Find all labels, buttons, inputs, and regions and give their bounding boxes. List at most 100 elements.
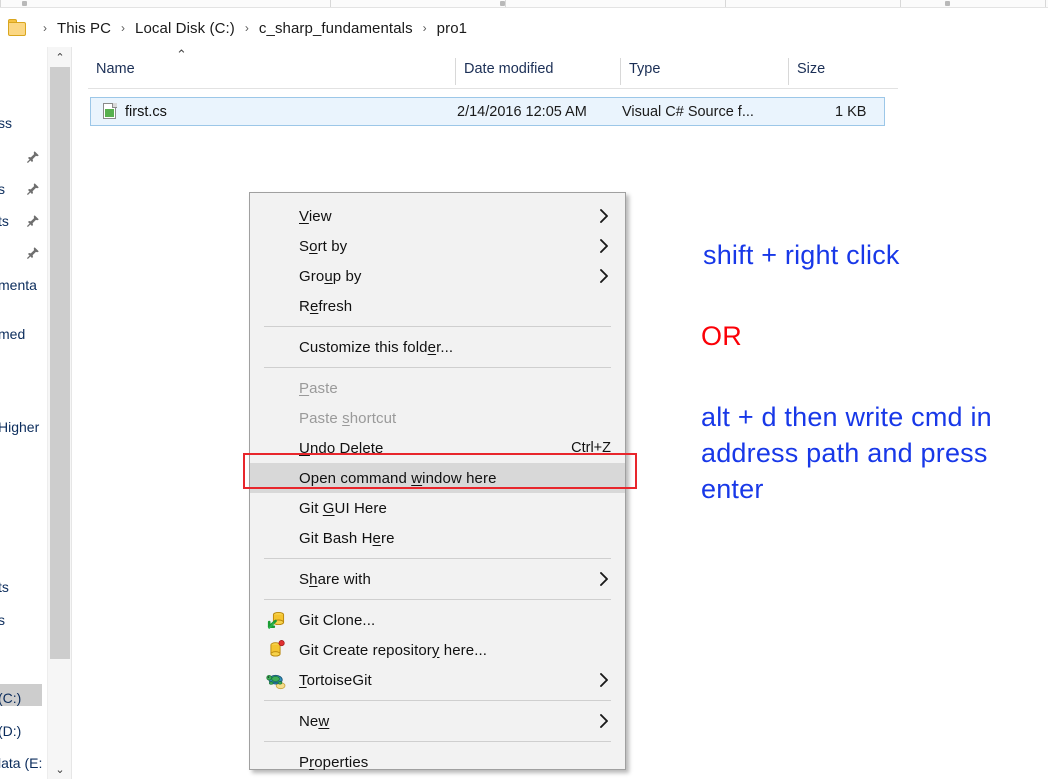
breadcrumb-item-this-pc[interactable]: This PC (54, 19, 114, 38)
ribbon-tick (900, 0, 901, 7)
nav-item-label: (C:) (0, 690, 22, 706)
file-list-column-headers[interactable]: Name Date modified Type Size (88, 56, 898, 87)
column-header-name[interactable]: Name (88, 56, 456, 87)
nav-item-drive[interactable]: (D:) (0, 721, 46, 741)
menu-item-properties[interactable]: Properties (250, 747, 625, 777)
menu-item-sort-by[interactable]: Sort by (250, 231, 625, 261)
nav-item-label: s (0, 181, 5, 197)
annotation-shift-right-click: shift + right click (703, 240, 900, 270)
context-menu[interactable]: View Sort by Group by Refresh Customize this… (249, 192, 626, 771)
menu-item-label: Share with (299, 570, 371, 588)
menu-item-new[interactable]: New (250, 706, 625, 736)
nav-item[interactable]: med (0, 324, 46, 344)
menu-item-share-with[interactable]: Share with (250, 564, 625, 594)
sort-indicator-icon: ⌃ (176, 47, 187, 62)
ribbon-icon-fragment (22, 1, 27, 6)
address-bar[interactable]: › This PC › Local Disk (C:) › c_sharp_fundame… (0, 13, 1048, 43)
breadcrumb-item-local-disk-c[interactable]: Local Disk (C:) (132, 19, 238, 38)
table-row[interactable]: first.cs 2/14/2016 12:05 AM Visual C# So… (90, 97, 885, 126)
navigation-pane[interactable]: ssstsmentamedHighertss(C:)(D:)lata (E: (0, 47, 46, 779)
folder-icon (8, 19, 30, 37)
menu-item-paste-shortcut: Paste shortcut (250, 403, 625, 433)
column-header-label: Name (96, 61, 135, 77)
menu-item-label: TortoiseGit (299, 671, 372, 689)
breadcrumb-item-pro1[interactable]: pro1 (434, 19, 470, 38)
nav-item-label: med (0, 326, 26, 342)
nav-item-label: ts (0, 579, 9, 595)
pin-icon[interactable] (26, 182, 40, 196)
nav-item[interactable]: s (0, 179, 46, 199)
nav-item-drive[interactable]: (C:) (0, 688, 46, 708)
nav-item-label: lata (E: (0, 755, 43, 771)
nav-item[interactable] (0, 243, 46, 263)
scroll-down-arrow-icon[interactable]: ⌄ (48, 759, 72, 779)
breadcrumb-item-c-sharp-fundamentals[interactable]: c_sharp_fundamentals (256, 19, 416, 38)
column-header-date-modified[interactable]: Date modified (456, 56, 621, 87)
menu-item-label: Open command window here (299, 469, 497, 487)
breadcrumb[interactable]: › This PC › Local Disk (C:) › c_sharp_fundame… (36, 19, 470, 38)
breadcrumb-separator-icon: › (43, 21, 47, 35)
ribbon-icon-fragment (945, 1, 950, 6)
navigation-pane-scrollbar[interactable]: ⌃ ⌄ (47, 47, 72, 779)
ribbon-tick (0, 0, 1, 7)
column-header-size[interactable]: Size (789, 56, 898, 87)
menu-item-git-create-repository-here[interactable]: Git Create repository here... (250, 635, 625, 665)
menu-item-label: Undo Delete (299, 439, 384, 457)
menu-item-label: Paste shortcut (299, 409, 397, 427)
pin-icon[interactable] (26, 150, 40, 164)
ribbon-tick (1045, 0, 1046, 7)
menu-item-customize-folder[interactable]: Customize this folder... (250, 332, 625, 362)
menu-item-shortcut: Ctrl+Z (571, 440, 611, 456)
scroll-up-arrow-icon[interactable]: ⌃ (48, 47, 72, 67)
menu-item-label: Git Create repository here... (299, 641, 487, 659)
nav-item[interactable] (0, 147, 46, 167)
menu-item-tortoisegit[interactable]: TortoiseGit (250, 665, 625, 695)
nav-item[interactable]: ss (0, 113, 46, 133)
menu-item-group-by[interactable]: Group by (250, 261, 625, 291)
nav-item[interactable]: s (0, 610, 46, 630)
nav-item-drive[interactable]: lata (E: (0, 753, 46, 773)
ribbon-tick (725, 0, 726, 7)
submenu-chevron-right-icon (599, 714, 609, 728)
nav-item[interactable]: menta (0, 275, 46, 295)
menu-item-label: New (299, 712, 330, 730)
menu-separator (264, 741, 611, 742)
menu-item-git-gui-here[interactable]: Git GUI Here (250, 493, 625, 523)
menu-item-label: Properties (299, 753, 369, 771)
pin-icon[interactable] (26, 214, 40, 228)
menu-item-undo-delete[interactable]: Undo Delete Ctrl+Z (250, 433, 625, 463)
file-date-cell: 2/14/2016 12:05 AM (457, 103, 587, 120)
scrollbar-track[interactable] (48, 659, 72, 759)
pane-divider (71, 47, 72, 779)
nav-item[interactable]: ts (0, 577, 46, 597)
nav-item[interactable]: ts (0, 211, 46, 231)
menu-item-open-command-window-here[interactable]: Open command window here (250, 463, 625, 493)
file-size-cell: 1 KB (835, 103, 867, 120)
nav-item-label: s (0, 612, 5, 628)
file-type-cell: Visual C# Source f... (622, 103, 754, 120)
column-header-label: Date modified (464, 61, 554, 77)
menu-item-label: Customize this folder... (299, 338, 454, 356)
ribbon-tick (505, 0, 506, 7)
file-name-cell: first.cs (125, 103, 167, 120)
menu-item-git-bash-here[interactable]: Git Bash Here (250, 523, 625, 553)
menu-separator (264, 599, 611, 600)
pin-icon[interactable] (26, 246, 40, 260)
menu-item-refresh[interactable]: Refresh (250, 291, 625, 321)
git-clone-icon (266, 610, 287, 631)
breadcrumb-separator-icon: › (121, 21, 126, 35)
menu-item-label: View (299, 207, 332, 225)
column-header-type[interactable]: Type (621, 56, 789, 87)
menu-item-git-clone[interactable]: Git Clone... (250, 605, 625, 635)
menu-separator (264, 367, 611, 368)
nav-item[interactable]: Higher (0, 417, 46, 437)
ribbon-icon-fragment (500, 1, 505, 6)
tortoisegit-turtle-icon (266, 670, 287, 691)
menu-item-view[interactable]: View (250, 201, 625, 231)
scrollbar-thumb[interactable] (50, 67, 70, 659)
csharp-source-file-icon (103, 103, 117, 120)
annotation-or: OR (701, 321, 742, 351)
column-header-label: Size (797, 61, 826, 77)
menu-separator (264, 700, 611, 701)
menu-item-label: Git Clone... (299, 611, 376, 629)
